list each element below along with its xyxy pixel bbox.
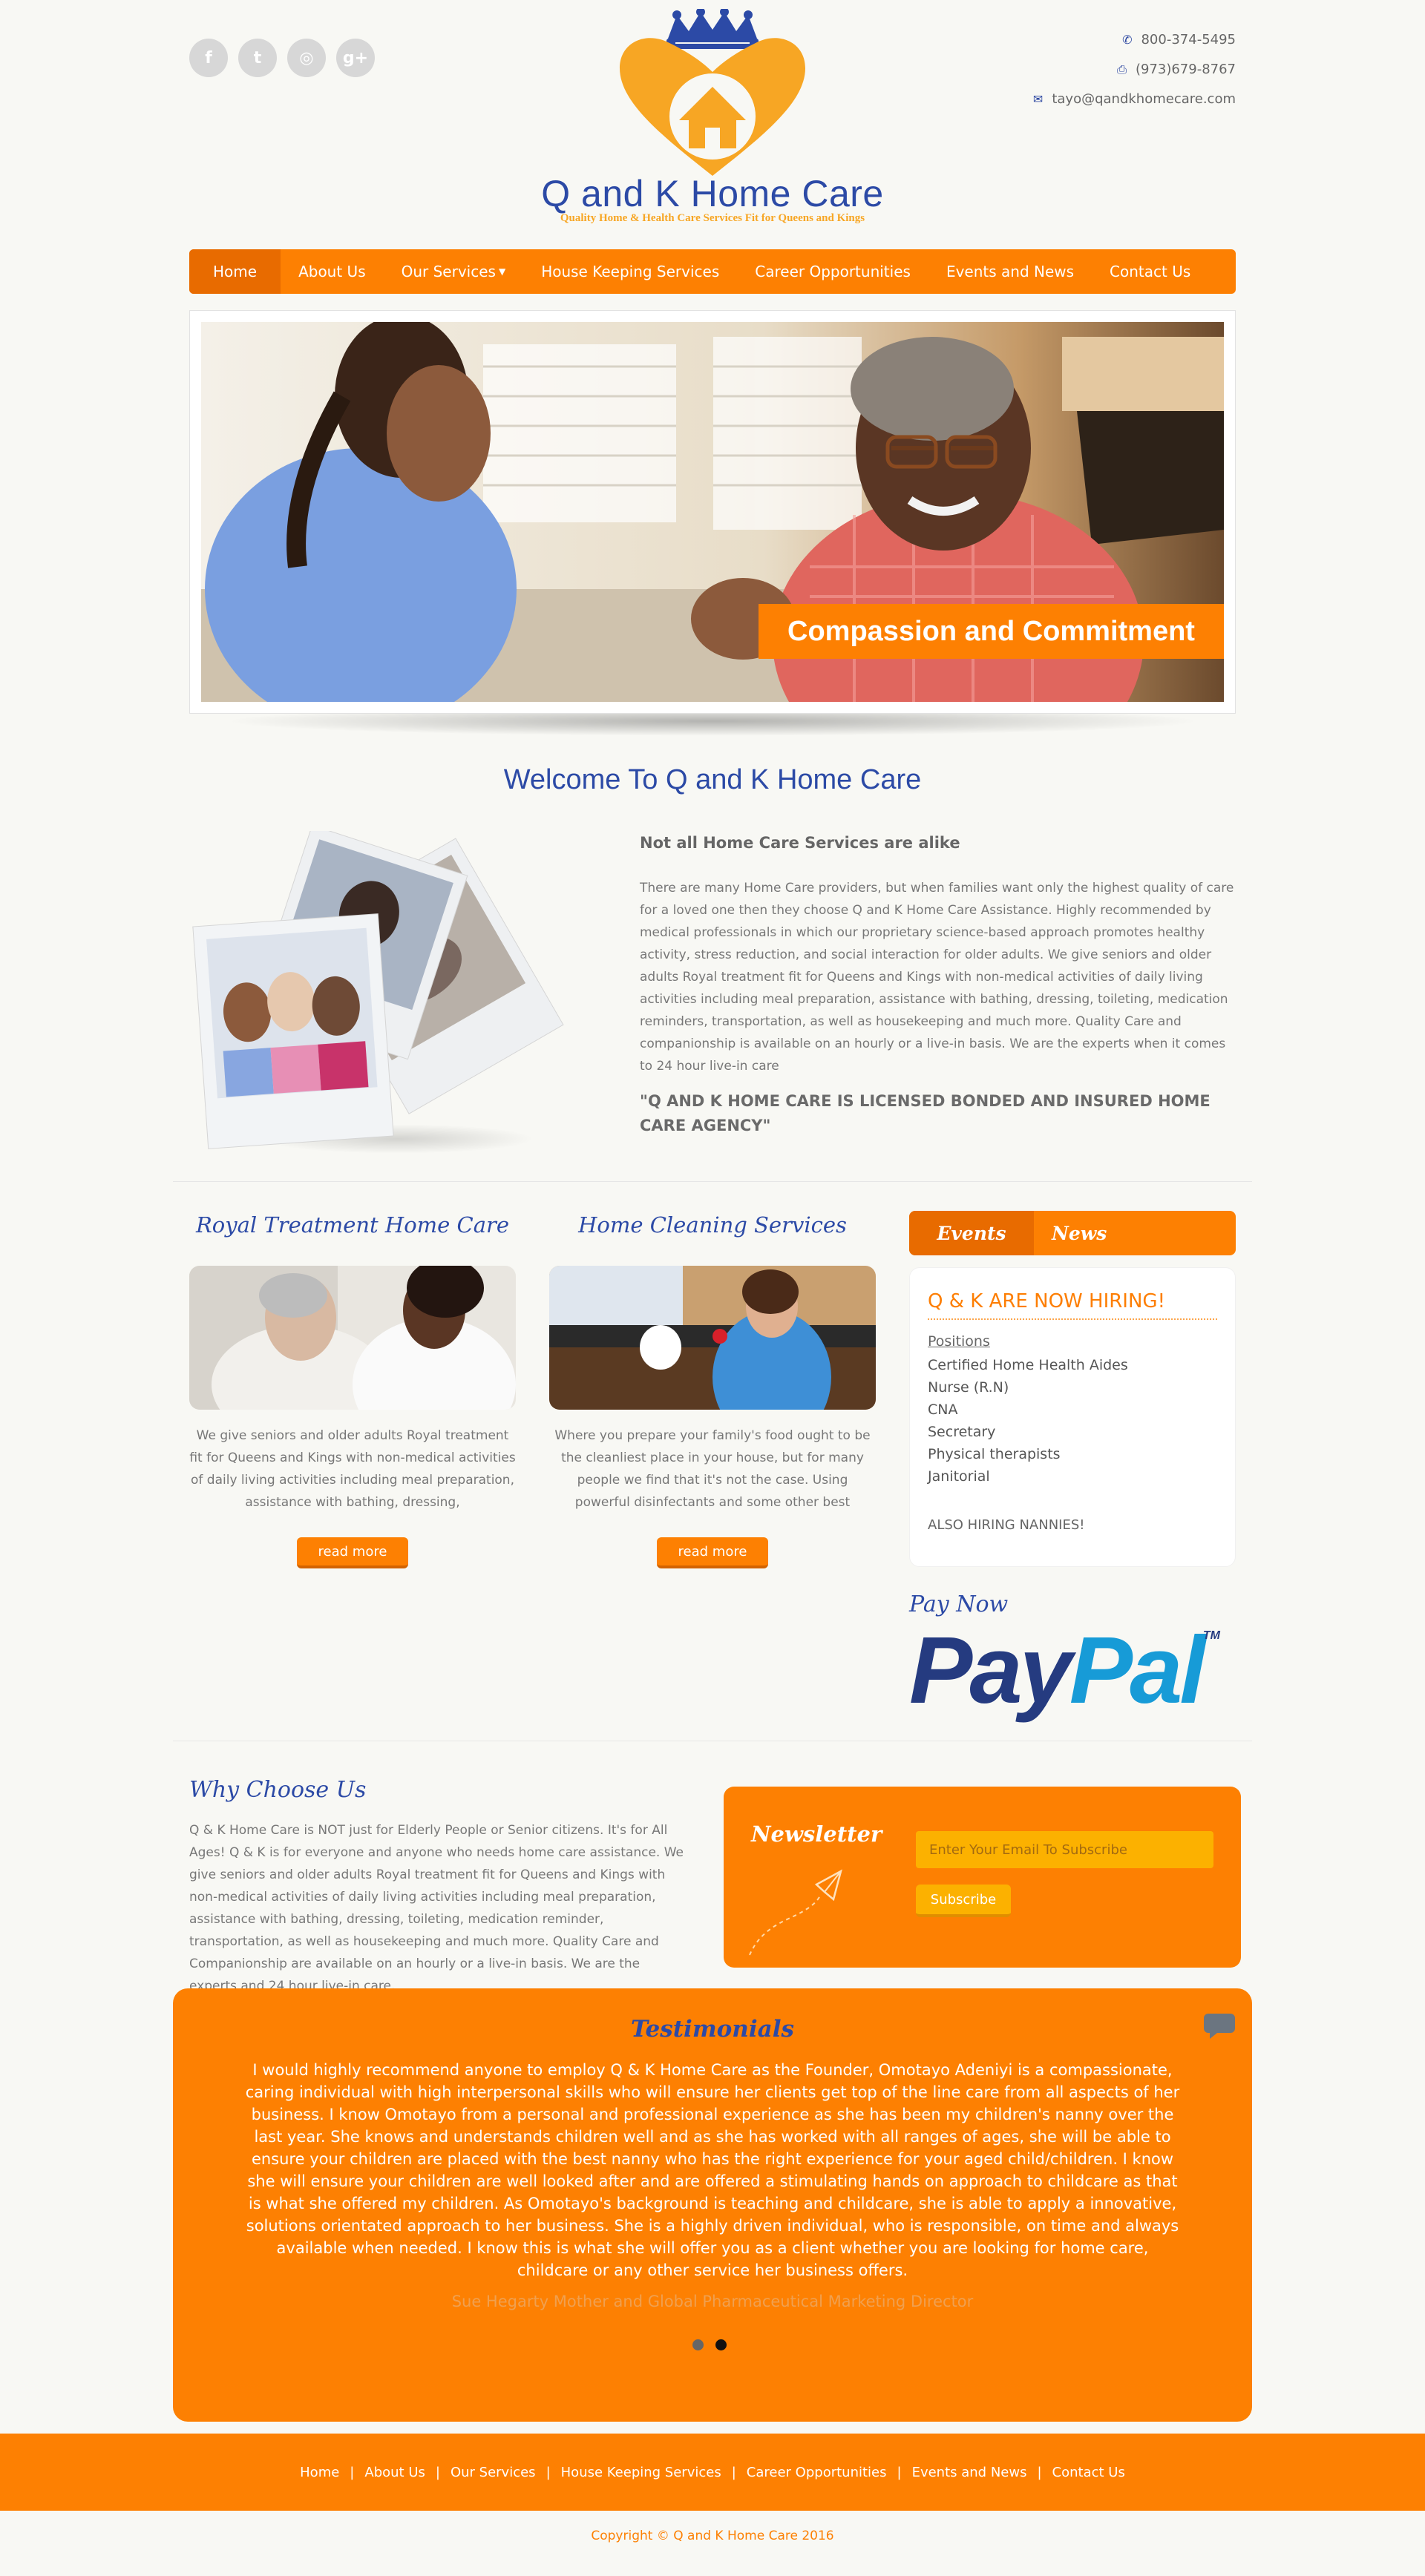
newsletter-email-input[interactable] (916, 1831, 1213, 1868)
speech-bubble-icon (1204, 2014, 1235, 2039)
footer-link-services[interactable]: Our Services (451, 2465, 536, 2480)
social-links: f t ◎ g+ (189, 39, 375, 77)
also-hiring: ALSO HIRING NANNIES! (928, 1517, 1085, 1533)
nav-item-housekeeping[interactable]: House Keeping Services (523, 249, 737, 294)
fax-row: ⎙ (973)679-8767 (1033, 55, 1236, 85)
logo-heart-house-icon (620, 7, 805, 176)
footer-link-home[interactable]: Home (300, 2465, 339, 2480)
google-plus-icon[interactable]: g+ (336, 39, 375, 77)
tab-news[interactable]: News (1034, 1211, 1107, 1255)
footer-separator: | (897, 2464, 902, 2480)
nav-item-events[interactable]: Events and News (928, 249, 1092, 294)
service-image-cleaning[interactable] (549, 1266, 876, 1410)
carousel-dots (692, 2339, 727, 2350)
nav-item-home[interactable]: Home (189, 249, 281, 294)
logo-tagline: Quality Home & Health Care Services Fit … (560, 212, 865, 224)
list-item: Nurse (R.N) (928, 1379, 1009, 1396)
copyright: Copyright © Q and K Home Care 2016 (591, 2529, 834, 2543)
site-logo[interactable]: Q and K Home Care Quality Home & Health … (520, 7, 905, 225)
slider-caption: Compassion and Commitment (759, 604, 1224, 659)
events-panel: Q & K ARE NOW HIRING! Positions Certifie… (909, 1267, 1236, 1567)
paypal-logo[interactable]: PayPalTM (909, 1616, 1220, 1725)
footer-separator: | (1037, 2464, 1042, 2480)
positions-list: Certified Home Health Aides Nurse (R.N) … (928, 1354, 1217, 1488)
divider (173, 1181, 1252, 1182)
list-item: Certified Home Health Aides (928, 1357, 1128, 1373)
footer-separator: | (435, 2464, 440, 2480)
polaroid-photos (189, 824, 590, 1165)
nav-item-careers[interactable]: Career Opportunities (737, 249, 928, 294)
list-item: Secretary (928, 1424, 996, 1440)
twitter-icon[interactable]: t (238, 39, 277, 77)
nav-item-contact[interactable]: Contact Us (1092, 249, 1208, 294)
service-image-royal[interactable] (189, 1266, 516, 1410)
senior-care-photo (189, 1266, 516, 1410)
newsletter-title: Newsletter (751, 1821, 882, 1847)
printer-icon: ⎙ (1117, 62, 1127, 76)
carousel-dot-active[interactable] (715, 2339, 727, 2350)
welcome-body: There are many Home Care providers, but … (640, 881, 1234, 1074)
read-more-button-royal[interactable]: read more (297, 1537, 408, 1568)
positions-label: Positions (928, 1333, 990, 1350)
paypal-logo-pal: Pal (1069, 1617, 1206, 1724)
footer-separator: | (731, 2464, 736, 2480)
envelope-icon: ✉ (1032, 92, 1044, 106)
fax-number: (973)679-8767 (1135, 62, 1236, 77)
facebook-icon[interactable]: f (189, 39, 228, 77)
service-title-royal[interactable]: Royal Treatment Home Care (189, 1212, 516, 1238)
footer-link-contact[interactable]: Contact Us (1052, 2465, 1125, 2480)
subscribe-button[interactable]: Subscribe (916, 1885, 1011, 1917)
why-title: Why Choose Us (189, 1777, 367, 1803)
phone-number[interactable]: 800-374-5495 (1141, 32, 1236, 47)
testimonial-text: I would highly recommend anyone to emplo… (245, 2061, 1180, 2279)
service-title-cleaning[interactable]: Home Cleaning Services (549, 1212, 876, 1238)
logo-name: Q and K Home Care (541, 173, 884, 214)
read-more-button-cleaning[interactable]: read more (657, 1537, 768, 1568)
service-text-royal: We give seniors and older adults Royal t… (189, 1428, 516, 1510)
footer-separator: | (350, 2464, 355, 2480)
nav-item-about[interactable]: About Us (281, 249, 384, 294)
testimonial-author: Sue Hegarty Mother and Global Pharmaceut… (451, 2293, 974, 2310)
paper-plane-icon (749, 1869, 842, 1956)
footer-separator: | (546, 2464, 551, 2480)
nav-item-services[interactable]: Our Services ▼ (384, 249, 524, 294)
phone-icon: ✆ (1122, 33, 1133, 47)
caret-down-icon: ▼ (498, 266, 506, 277)
list-item: CNA (928, 1402, 958, 1418)
pay-now-title: Pay Now (909, 1591, 1009, 1617)
footer-link-events[interactable]: Events and News (912, 2465, 1027, 2480)
events-news-tabs: Events News (909, 1211, 1236, 1255)
nav-item-services-label: Our Services (401, 263, 496, 280)
footer-link-about[interactable]: About Us (364, 2465, 425, 2480)
kitchen-cleaning-photo (549, 1266, 876, 1410)
why-text: Q & K Home Care is NOT just for Elderly … (189, 1823, 684, 1994)
list-item: Physical therapists (928, 1446, 1061, 1462)
events-heading[interactable]: Q & K ARE NOW HIRING! (928, 1290, 1217, 1320)
list-item: Janitorial (928, 1468, 990, 1485)
polaroid-collage-image (192, 824, 564, 1149)
tab-events[interactable]: Events (909, 1211, 1034, 1255)
testimonials-title: Testimonials (631, 2016, 794, 2043)
email-row: ✉ tayo@qandkhomecare.com (1033, 85, 1236, 114)
welcome-title: Welcome To Q and K Home Care (503, 764, 922, 795)
phone-row: ✆ 800-374-5495 (1033, 25, 1236, 55)
instagram-icon[interactable]: ◎ (287, 39, 326, 77)
footer-link-housekeeping[interactable]: House Keeping Services (561, 2465, 721, 2480)
welcome-subtitle: Not all Home Care Services are alike (640, 834, 960, 852)
main-nav: Home About Us Our Services ▼ House Keepin… (189, 249, 1236, 294)
email-link[interactable]: tayo@qandkhomecare.com (1052, 91, 1236, 107)
footer-link-careers[interactable]: Career Opportunities (747, 2465, 887, 2480)
welcome-quote: "Q AND K HOME CARE IS LICENSED BONDED AN… (640, 1092, 1211, 1134)
contact-info: ✆ 800-374-5495 ⎙ (973)679-8767 ✉ tayo@qandk… (1033, 25, 1236, 114)
carousel-dot[interactable] (692, 2339, 704, 2350)
service-text-cleaning: Where you prepare your family's food oug… (554, 1428, 871, 1510)
paypal-logo-pay: Pay (909, 1617, 1072, 1724)
paypal-trademark: TM (1202, 1629, 1220, 1642)
footer-nav: Home | About Us | Our Services | House Keep… (0, 2434, 1425, 2511)
